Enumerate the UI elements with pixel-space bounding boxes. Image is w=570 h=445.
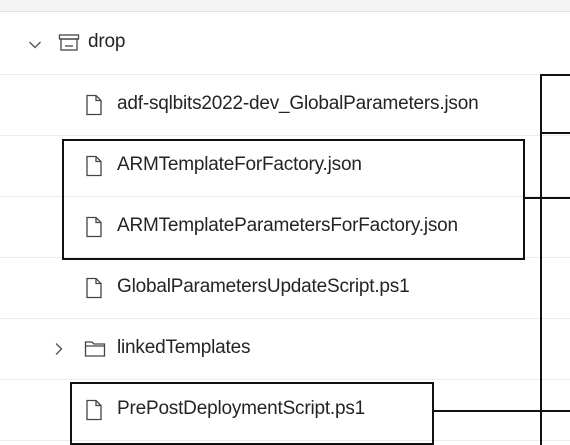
chevron-down-icon[interactable] [28, 38, 42, 52]
file-icon [86, 277, 102, 299]
tree-item-folder[interactable]: linkedTemplates [0, 319, 570, 380]
connector-prepost-script [434, 410, 570, 412]
tree-item-label: linkedTemplates [117, 337, 251, 358]
artifact-icon [58, 34, 80, 51]
tree-item-file[interactable]: ARMTemplateParametersForFactory.json [0, 197, 570, 258]
connector-arm-templates [525, 197, 570, 199]
file-icon [86, 94, 102, 116]
tree-item-file[interactable]: ARMTemplateForFactory.json [0, 136, 570, 197]
panel-top-edge [0, 0, 570, 12]
tree-item-label: adf-sqlbits2022-dev_GlobalParameters.jso… [117, 93, 479, 114]
tree-item-label: drop [88, 31, 126, 52]
tree-item-label: GlobalParametersUpdateScript.ps1 [117, 276, 410, 297]
tree-item-file[interactable]: adf-sqlbits2022-dev_GlobalParameters.jso… [0, 75, 570, 136]
file-icon [86, 399, 102, 421]
folder-icon [84, 341, 106, 357]
connector-vertical [540, 74, 542, 445]
chevron-right-icon[interactable] [52, 342, 66, 356]
tree-item-label: ARMTemplateForFactory.json [117, 154, 362, 175]
tree-item-label: PrePostDeploymentScript.ps1 [117, 398, 366, 419]
file-icon [86, 216, 102, 238]
file-tree: drop adf-sqlbits2022-dev_GlobalParameter… [0, 13, 570, 441]
tree-item-drop[interactable]: drop [0, 13, 570, 75]
tree-item-label: ARMTemplateParametersForFactory.json [117, 215, 458, 236]
file-icon [86, 155, 102, 177]
tree-item-file[interactable]: GlobalParametersUpdateScript.ps1 [0, 258, 570, 319]
